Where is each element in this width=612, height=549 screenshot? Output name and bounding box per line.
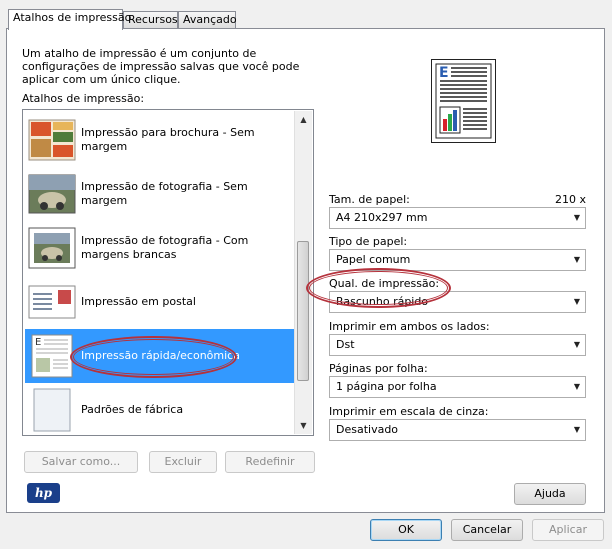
list-item-label: Padrões de fábrica [81,403,184,416]
paper-size-label: Tam. de papel: [329,193,410,206]
chevron-down-icon: ▼ [573,340,580,349]
chevron-down-icon: ▼ [573,382,580,391]
cancel-button[interactable]: Cancelar [451,519,523,541]
help-button[interactable]: Ajuda [514,483,586,505]
chevron-down-icon: ▼ [573,425,580,434]
tab-features[interactable]: Recursos [123,11,178,29]
pages-per-sheet-value: 1 página por folha [336,380,437,393]
grayscale-value: Desativado [336,423,399,436]
shortcuts-list-label: Atalhos de impressão: [22,92,145,105]
paper-type-label: Tipo de papel: [329,235,408,248]
list-item-label: Impressão de fotografia - Com margens br… [81,234,249,261]
blank-page-thumbnail-icon [28,388,76,432]
document-thumbnail-icon: E [28,334,76,378]
postcard-thumbnail-icon [28,280,76,324]
chevron-down-icon: ▼ [573,255,580,264]
duplex-label: Imprimir em ambos os lados: [329,320,490,333]
list-item[interactable]: Padrões de fábrica [25,383,296,435]
save-as-button[interactable]: Salvar como... [24,451,138,473]
photo-thumbnail-icon [28,172,76,216]
grayscale-label: Imprimir em escala de cinza: [329,405,489,418]
print-quality-value: Rascunho rápido [336,295,429,308]
svg-text:E: E [35,337,41,348]
paper-type-value: Papel comum [336,253,411,266]
delete-button[interactable]: Excluir [149,451,217,473]
paper-size-value: A4 210x297 mm [336,211,428,224]
shortcuts-description: Um atalho de impressão é um conjunto de … [22,47,300,86]
pages-per-sheet-select[interactable]: 1 página por folha ▼ [329,376,586,398]
photo-bordered-thumbnail-icon [28,226,76,270]
list-item-label: Impressão para brochura - Sem margem [81,126,255,153]
duplex-select[interactable]: Dst ▼ [329,334,586,356]
ok-button[interactable]: OK [370,519,442,541]
paper-size-select[interactable]: A4 210x297 mm ▼ [329,207,586,229]
list-item[interactable]: Impressão em postal [25,275,296,329]
scroll-thumb[interactable] [297,241,309,381]
tab-advanced[interactable]: Avançado [178,11,237,29]
grayscale-select[interactable]: Desativado ▼ [329,419,586,441]
list-item-label: Impressão em postal [81,295,196,308]
chevron-down-icon: ▼ [573,297,580,306]
list-item[interactable]: Impressão de fotografia - Com margens br… [25,221,296,275]
tab-print-shortcuts[interactable]: Atalhos de impressão [8,9,131,30]
reset-button[interactable]: Redefinir [225,451,315,473]
apply-button[interactable]: Aplicar [532,519,604,541]
list-item[interactable]: Impressão de fotografia - Sem margem [25,167,296,221]
print-quality-select[interactable]: Rascunho rápido ▼ [329,291,586,313]
scroll-down-icon[interactable]: ▼ [295,417,312,434]
shortcuts-list[interactable]: Impressão para brochura - Sem margem Imp… [22,109,314,436]
duplex-value: Dst [336,338,355,351]
page-preview: E [431,59,496,143]
brochure-thumbnail-icon [28,118,76,162]
list-item[interactable]: Impressão para brochura - Sem margem [25,113,296,167]
chevron-down-icon: ▼ [573,213,580,222]
pages-per-sheet-label: Páginas por folha: [329,362,428,375]
print-quality-label: Qual. de impressão: [329,277,440,290]
list-item-label: Impressão de fotografia - Sem margem [81,180,248,207]
list-item-label: Impressão rápida/econômica [81,349,240,362]
scroll-up-icon[interactable]: ▲ [295,111,312,128]
list-scrollbar[interactable]: ▲ ▼ [294,111,312,434]
hp-logo: hp [27,483,60,503]
svg-text:E: E [439,65,449,81]
list-item-selected[interactable]: E Impressão rápida/econômica [25,329,296,383]
paper-type-select[interactable]: Papel comum ▼ [329,249,586,271]
